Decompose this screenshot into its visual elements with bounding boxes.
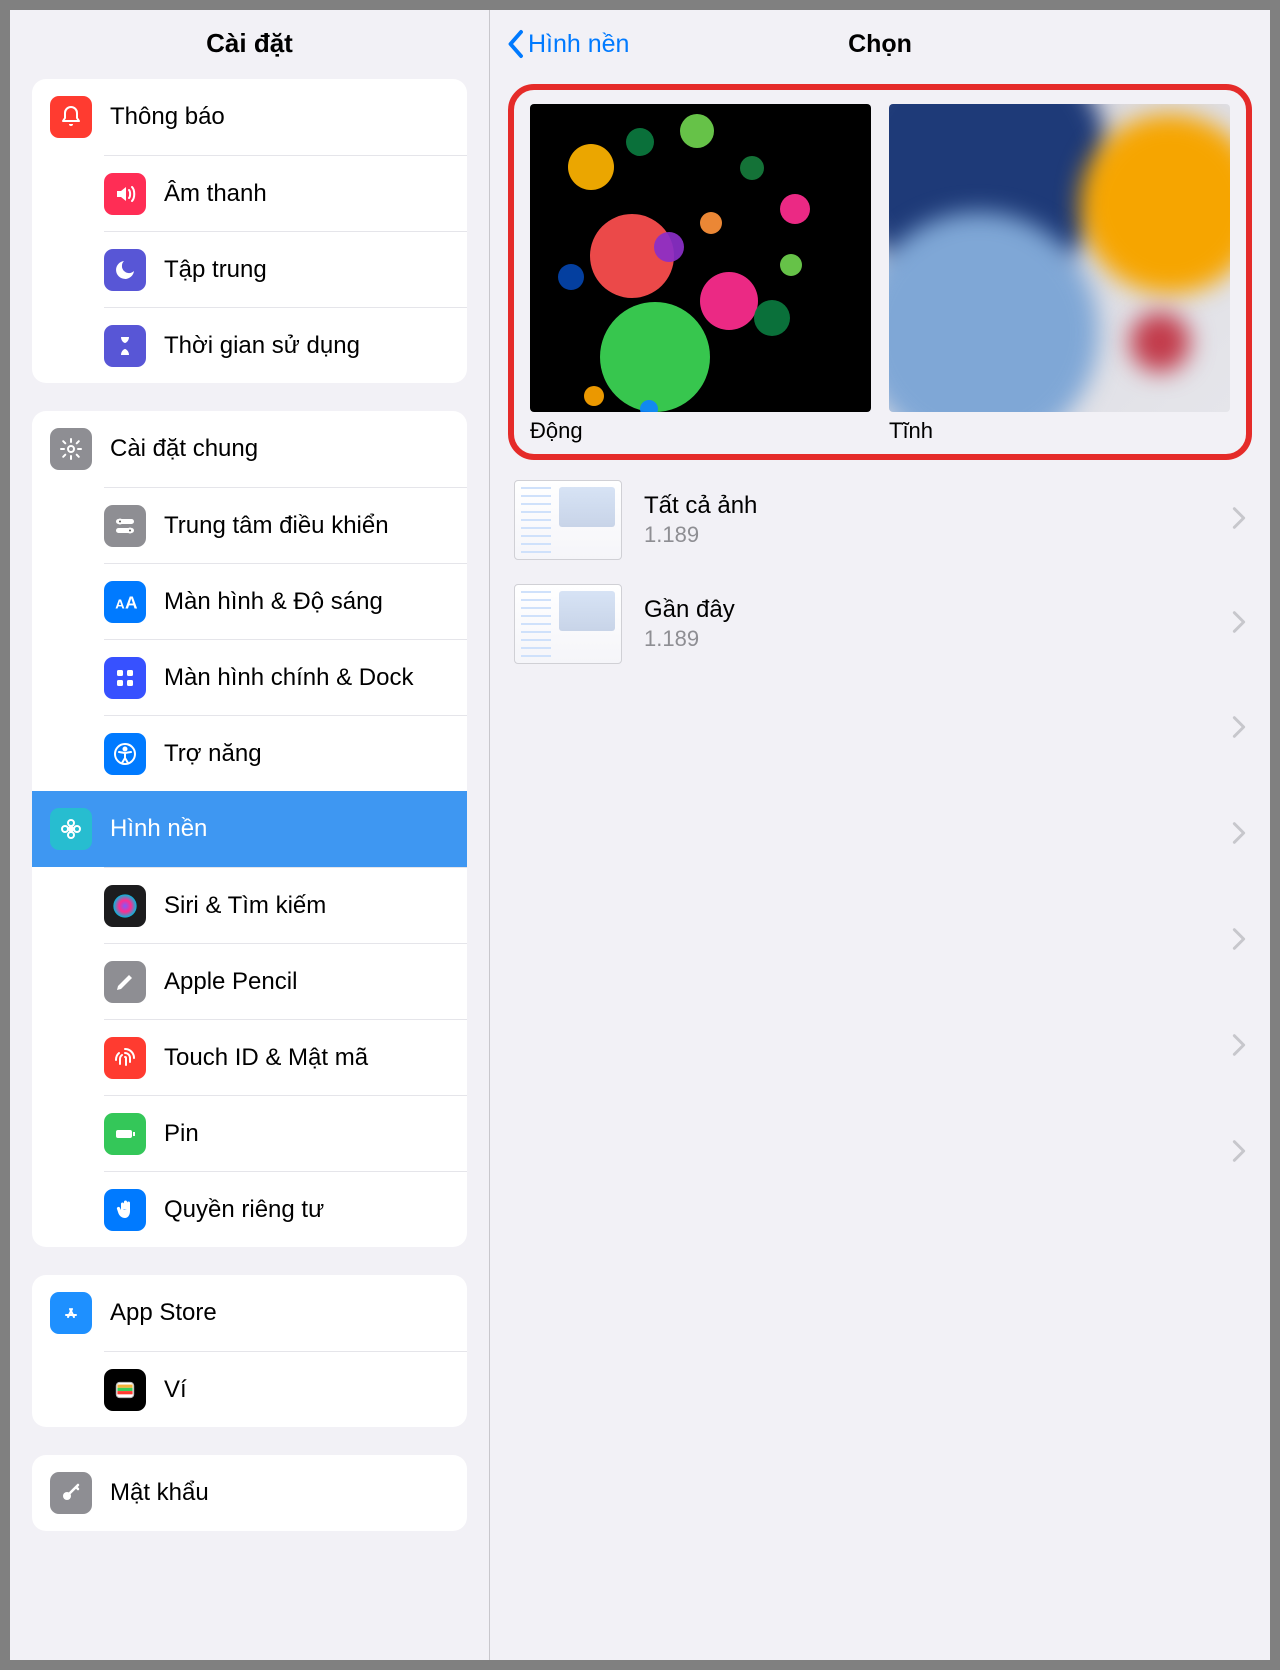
sidebar-item-screentime[interactable]: Thời gian sử dụng — [104, 307, 467, 383]
sidebar-item-label: Màn hình & Độ sáng — [164, 588, 383, 616]
svg-text:A: A — [125, 592, 138, 612]
preview-dynamic[interactable]: Động — [530, 104, 871, 444]
chevron-right-icon — [1232, 610, 1246, 639]
sidebar-item-label: Touch ID & Mật mã — [164, 1044, 368, 1072]
chevron-right-icon — [1232, 927, 1246, 956]
wallpaper-type-highlight: Động Tĩnh — [508, 84, 1252, 460]
album-row-all[interactable]: Tất cả ảnh1.189 — [490, 468, 1270, 572]
gear-icon — [50, 428, 92, 470]
static-thumbnail — [889, 104, 1230, 412]
sidebar-item-homescreen[interactable]: Màn hình chính & Dock — [104, 639, 467, 715]
back-button[interactable]: Hình nền — [506, 29, 629, 59]
key-icon — [50, 1472, 92, 1514]
sidebar-item-privacy[interactable]: Quyền riêng tư — [104, 1171, 467, 1247]
sidebar-item-label: Tập trung — [164, 256, 267, 284]
list-row-placeholder[interactable] — [490, 782, 1270, 888]
list-row-placeholder[interactable] — [490, 676, 1270, 782]
album-thumbnail — [514, 584, 622, 664]
svg-text:A: A — [115, 596, 125, 611]
battery-icon — [104, 1113, 146, 1155]
settings-sidebar: Cài đặt Thông báo Âm thanh Tập trung Thời g… — [10, 10, 490, 1660]
dynamic-label: Động — [530, 418, 871, 444]
static-label: Tĩnh — [889, 418, 1230, 444]
sidebar-item-label: Cài đặt chung — [110, 435, 258, 463]
sidebar-item-accessibility[interactable]: Trợ năng — [104, 715, 467, 791]
sidebar-item-label: Pin — [164, 1120, 199, 1148]
chevron-right-icon — [1232, 821, 1246, 850]
wallpaper-detail-pane: Hình nền Chọn — [490, 10, 1270, 1660]
accessibility-icon — [104, 733, 146, 775]
sidebar-item-general[interactable]: Cài đặt chung — [32, 411, 467, 487]
sidebar-group: Mật khẩu — [32, 1455, 467, 1531]
sidebar-item-label: App Store — [110, 1299, 217, 1327]
pencil-icon — [104, 961, 146, 1003]
detail-header: Hình nền Chọn — [490, 10, 1270, 78]
album-count: 1.189 — [644, 626, 1232, 652]
album-title: Gần đây — [644, 596, 1232, 624]
sidebar-item-sound[interactable]: Âm thanh — [104, 155, 467, 231]
sidebar-item-label: Mật khẩu — [110, 1479, 209, 1507]
sidebar-item-label: Thời gian sử dụng — [164, 332, 360, 360]
wallet-icon — [104, 1369, 146, 1411]
sidebar-item-label: Hình nền — [110, 815, 207, 843]
album-title: Tất cả ảnh — [644, 492, 1232, 520]
sidebar-item-label: Âm thanh — [164, 180, 267, 208]
flower-icon — [50, 808, 92, 850]
sidebar-item-controlcenter[interactable]: Trung tâm điều khiển — [104, 487, 467, 563]
sidebar-item-label: Thông báo — [110, 103, 225, 131]
sidebar-item-focus[interactable]: Tập trung — [104, 231, 467, 307]
sidebar-group: Thông báo Âm thanh Tập trung Thời gian sử d… — [32, 79, 467, 383]
grid-icon — [104, 657, 146, 699]
switches-icon — [104, 505, 146, 547]
album-row-recent[interactable]: Gần đây1.189 — [490, 572, 1270, 676]
sidebar-item-touchid[interactable]: Touch ID & Mật mã — [104, 1019, 467, 1095]
dynamic-thumbnail — [530, 104, 871, 412]
sidebar-item-siri[interactable]: Siri & Tìm kiếm — [104, 867, 467, 943]
chevron-right-icon — [1232, 715, 1246, 744]
sidebar-item-notifications[interactable]: Thông báo — [32, 79, 467, 155]
speaker-icon — [104, 173, 146, 215]
sidebar-item-passwords[interactable]: Mật khẩu — [32, 1455, 467, 1531]
sidebar-item-label: Siri & Tìm kiếm — [164, 892, 326, 920]
chevron-right-icon — [1232, 1033, 1246, 1062]
album-info: Tất cả ảnh1.189 — [644, 492, 1232, 548]
list-row-placeholder[interactable] — [490, 888, 1270, 994]
sidebar-item-battery[interactable]: Pin — [104, 1095, 467, 1171]
chevron-right-icon — [1232, 1139, 1246, 1168]
sidebar-item-wallet[interactable]: Ví — [104, 1351, 467, 1427]
sidebar-item-label: Trung tâm điều khiển — [164, 512, 389, 540]
chevron-right-icon — [1232, 506, 1246, 535]
moon-icon — [104, 249, 146, 291]
sidebar-item-appstore[interactable]: App Store — [32, 1275, 467, 1351]
bell-icon — [50, 96, 92, 138]
hourglass-icon — [104, 325, 146, 367]
list-row-placeholder[interactable] — [490, 994, 1270, 1100]
sidebar-group: Cài đặt chung Trung tâm điều khiển AA Màn h… — [32, 411, 467, 1247]
aa-icon: AA — [104, 581, 146, 623]
sidebar-item-label: Ví — [164, 1376, 187, 1404]
preview-static[interactable]: Tĩnh — [889, 104, 1230, 444]
sidebar-item-wallpaper[interactable]: Hình nền — [32, 791, 467, 867]
chevron-left-icon — [506, 29, 524, 59]
album-thumbnail — [514, 480, 622, 560]
album-count: 1.189 — [644, 522, 1232, 548]
sidebar-item-pencil[interactable]: Apple Pencil — [104, 943, 467, 1019]
sidebar-group: App Store Ví — [32, 1275, 467, 1427]
list-row-placeholder[interactable] — [490, 1100, 1270, 1206]
detail-title: Chọn — [848, 30, 912, 59]
siri-icon — [104, 885, 146, 927]
appstore-icon — [50, 1292, 92, 1334]
sidebar-item-display[interactable]: AA Màn hình & Độ sáng — [104, 563, 467, 639]
sidebar-item-label: Màn hình chính & Dock — [164, 664, 413, 692]
album-info: Gần đây1.189 — [644, 596, 1232, 652]
hand-icon — [104, 1189, 146, 1231]
back-label: Hình nền — [528, 30, 629, 59]
fingerprint-icon — [104, 1037, 146, 1079]
sidebar-title: Cài đặt — [10, 10, 489, 79]
sidebar-item-label: Trợ năng — [164, 740, 262, 768]
sidebar-item-label: Apple Pencil — [164, 968, 297, 996]
sidebar-item-label: Quyền riêng tư — [164, 1196, 324, 1224]
